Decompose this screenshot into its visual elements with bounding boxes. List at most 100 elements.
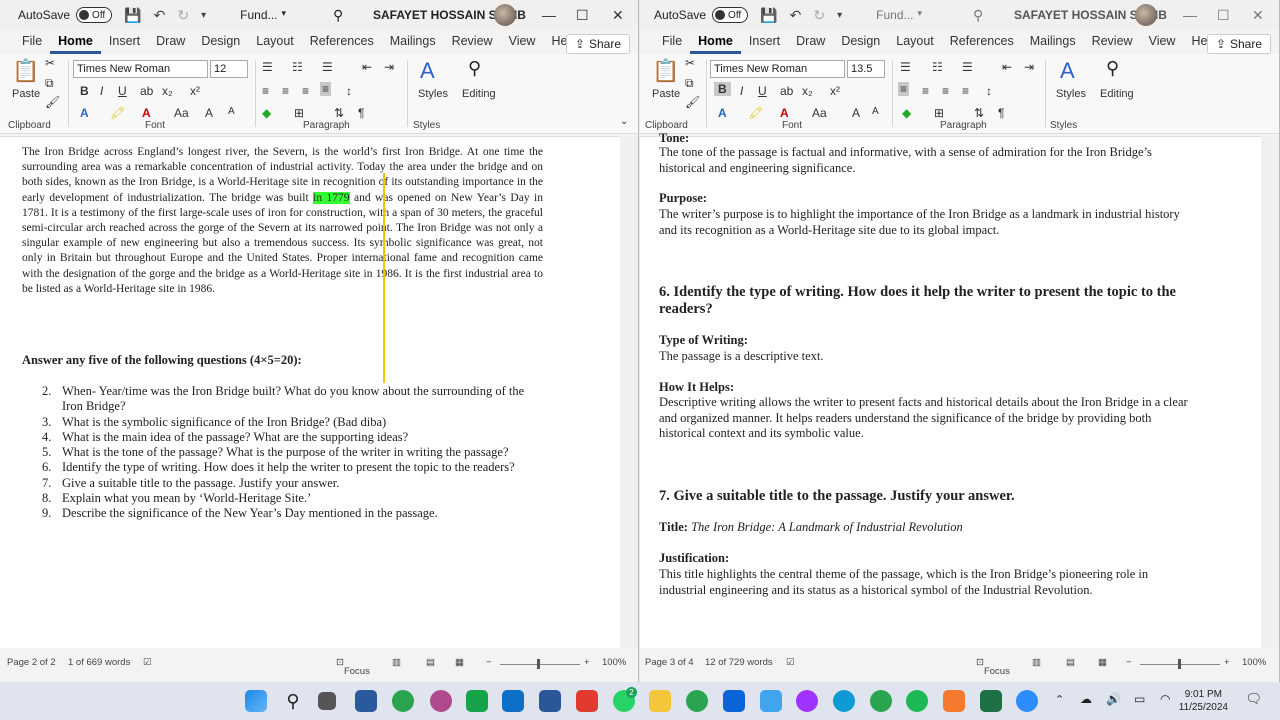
shading-icon[interactable]: ◆ (262, 106, 271, 120)
task-view-icon[interactable] (318, 692, 336, 710)
subscript-button[interactable]: x₂ (162, 84, 173, 98)
tab-layout[interactable]: Layout (248, 30, 302, 54)
borders-icon[interactable]: ⊞ (294, 106, 304, 120)
borders-icon[interactable]: ⊞ (934, 106, 944, 120)
print-layout-icon[interactable]: ▤ (426, 657, 435, 668)
underline-button[interactable]: U (758, 84, 767, 98)
page-indicator[interactable]: Page 2 of 2 (7, 657, 56, 668)
font-name-box[interactable]: Times New Roman (710, 60, 845, 78)
zoom-out-icon[interactable]: − (486, 657, 492, 668)
share-button[interactable]: ⇪ Share (565, 34, 630, 54)
excel-icon[interactable] (980, 690, 1002, 712)
save-icon[interactable]: 💾 (760, 7, 777, 24)
store-icon[interactable] (723, 690, 745, 712)
strikethrough-button[interactable]: ab (780, 84, 793, 98)
customize-toolbar-icon[interactable]: ▾ (201, 10, 206, 21)
battery-icon[interactable]: ▭ (1134, 692, 1145, 706)
document-title[interactable]: Fund... ▾ (876, 8, 922, 22)
autosave-toggle[interactable]: Off (76, 7, 113, 23)
change-case-icon[interactable]: Aa (812, 106, 827, 120)
tab-draw[interactable]: Draw (148, 30, 193, 54)
multilevel-icon[interactable]: ☰ (962, 60, 973, 74)
maximize-icon[interactable]: ☐ (576, 7, 589, 24)
zoom-level[interactable]: 100% (602, 657, 626, 668)
tab-home[interactable]: Home (690, 30, 741, 54)
increase-indent-icon[interactable]: ⇥ (384, 60, 394, 74)
clock[interactable]: 9:01 PM 11/25/2024 (1179, 688, 1228, 714)
notification-icon[interactable]: 🗨 (1245, 691, 1262, 707)
decrease-indent-icon[interactable]: ⇤ (1002, 60, 1012, 74)
close-icon[interactable]: ✕ (612, 7, 624, 24)
tab-view[interactable]: View (501, 30, 544, 54)
web-layout-icon[interactable]: ▦ (1098, 657, 1107, 668)
paste-label[interactable]: Paste (12, 88, 40, 100)
justify-icon[interactable]: ≡ (962, 84, 969, 98)
numbering-icon[interactable]: ☷ (292, 60, 303, 74)
document-title[interactable]: Fund... ▾ (240, 8, 286, 22)
chrome-icon[interactable] (392, 690, 414, 712)
close-icon[interactable]: ✕ (1252, 7, 1264, 24)
minimize-icon[interactable]: — (542, 7, 556, 23)
chrome-icon-3[interactable] (870, 690, 892, 712)
underline-button[interactable]: U (118, 84, 127, 98)
font-size-box[interactable]: 12 (210, 60, 248, 78)
grow-font-icon[interactable]: A (852, 106, 860, 120)
grow-font-icon[interactable]: A (205, 106, 213, 120)
increase-indent-icon[interactable]: ⇥ (1024, 60, 1034, 74)
chrome-icon-2[interactable] (686, 690, 708, 712)
undo-icon[interactable]: ↶ (154, 7, 166, 24)
highlight-icon[interactable]: 🖍 (748, 106, 763, 120)
messenger-icon[interactable] (796, 690, 818, 712)
start-icon[interactable] (245, 690, 267, 712)
search-icon[interactable]: ⚲ (333, 7, 343, 24)
paint-icon[interactable] (430, 690, 452, 712)
search-icon[interactable]: ⚲ (282, 690, 304, 712)
align-left-icon[interactable]: ≡ (898, 82, 910, 96)
read-mode-icon[interactable]: ▥ (392, 657, 401, 668)
volume-icon[interactable]: 🔊 (1106, 692, 1121, 706)
highlight-icon[interactable]: 🖍 (110, 106, 125, 120)
tab-review[interactable]: Review (1084, 30, 1141, 54)
paste-icon[interactable]: 📋 (652, 58, 679, 84)
shrink-font-icon[interactable]: A (872, 106, 879, 117)
cut-icon[interactable]: ✂ (45, 56, 55, 70)
document-page[interactable]: Tone: The tone of the passage is factual… (640, 131, 1261, 648)
wifi-icon[interactable]: ◠ (1160, 692, 1170, 706)
save-icon[interactable]: 💾 (124, 7, 141, 24)
font-color-icon[interactable]: A (142, 106, 151, 120)
tab-review[interactable]: Review (444, 30, 501, 54)
vertical-scrollbar[interactable] (1261, 136, 1279, 648)
outlook-icon[interactable] (502, 690, 524, 712)
tab-references[interactable]: References (302, 30, 382, 54)
italic-button[interactable]: I (100, 84, 103, 98)
tab-mailings[interactable]: Mailings (1022, 30, 1084, 54)
justify-icon[interactable]: ≡ (320, 82, 332, 96)
app-icon-2[interactable] (943, 690, 965, 712)
tab-view[interactable]: View (1141, 30, 1184, 54)
sort-icon[interactable]: ⇅ (334, 106, 344, 120)
file-explorer-icon[interactable] (649, 690, 671, 712)
word-count[interactable]: 12 of 729 words (705, 657, 773, 668)
bullets-icon[interactable]: ☰ (900, 60, 911, 74)
vertical-scrollbar[interactable] (620, 136, 638, 648)
font-name-box[interactable]: Times New Roman (73, 60, 208, 78)
italic-button[interactable]: I (740, 84, 743, 98)
align-left-icon[interactable]: ≡ (262, 84, 269, 98)
tab-references[interactable]: References (942, 30, 1022, 54)
line-spacing-icon[interactable]: ↕ (346, 84, 352, 98)
widgets-icon[interactable] (355, 690, 377, 712)
editing-icon[interactable]: ⚲ (468, 58, 481, 79)
tab-insert[interactable]: Insert (741, 30, 788, 54)
text-effects-icon[interactable]: A (80, 106, 89, 120)
format-painter-icon[interactable]: 🖌 (685, 95, 700, 109)
tab-layout[interactable]: Layout (888, 30, 942, 54)
line-spacing-icon[interactable]: ↕ (986, 84, 992, 98)
word-icon[interactable] (539, 690, 561, 712)
focus-button[interactable]: ⊡ Focus (336, 657, 370, 677)
tab-design[interactable]: Design (833, 30, 888, 54)
font-size-box[interactable]: 13.5 (847, 60, 885, 78)
styles-button[interactable]: Styles (1056, 88, 1086, 100)
zoom-in-icon[interactable]: + (1224, 657, 1230, 668)
spotify-icon[interactable] (906, 690, 928, 712)
page-indicator[interactable]: Page 3 of 4 (645, 657, 694, 668)
